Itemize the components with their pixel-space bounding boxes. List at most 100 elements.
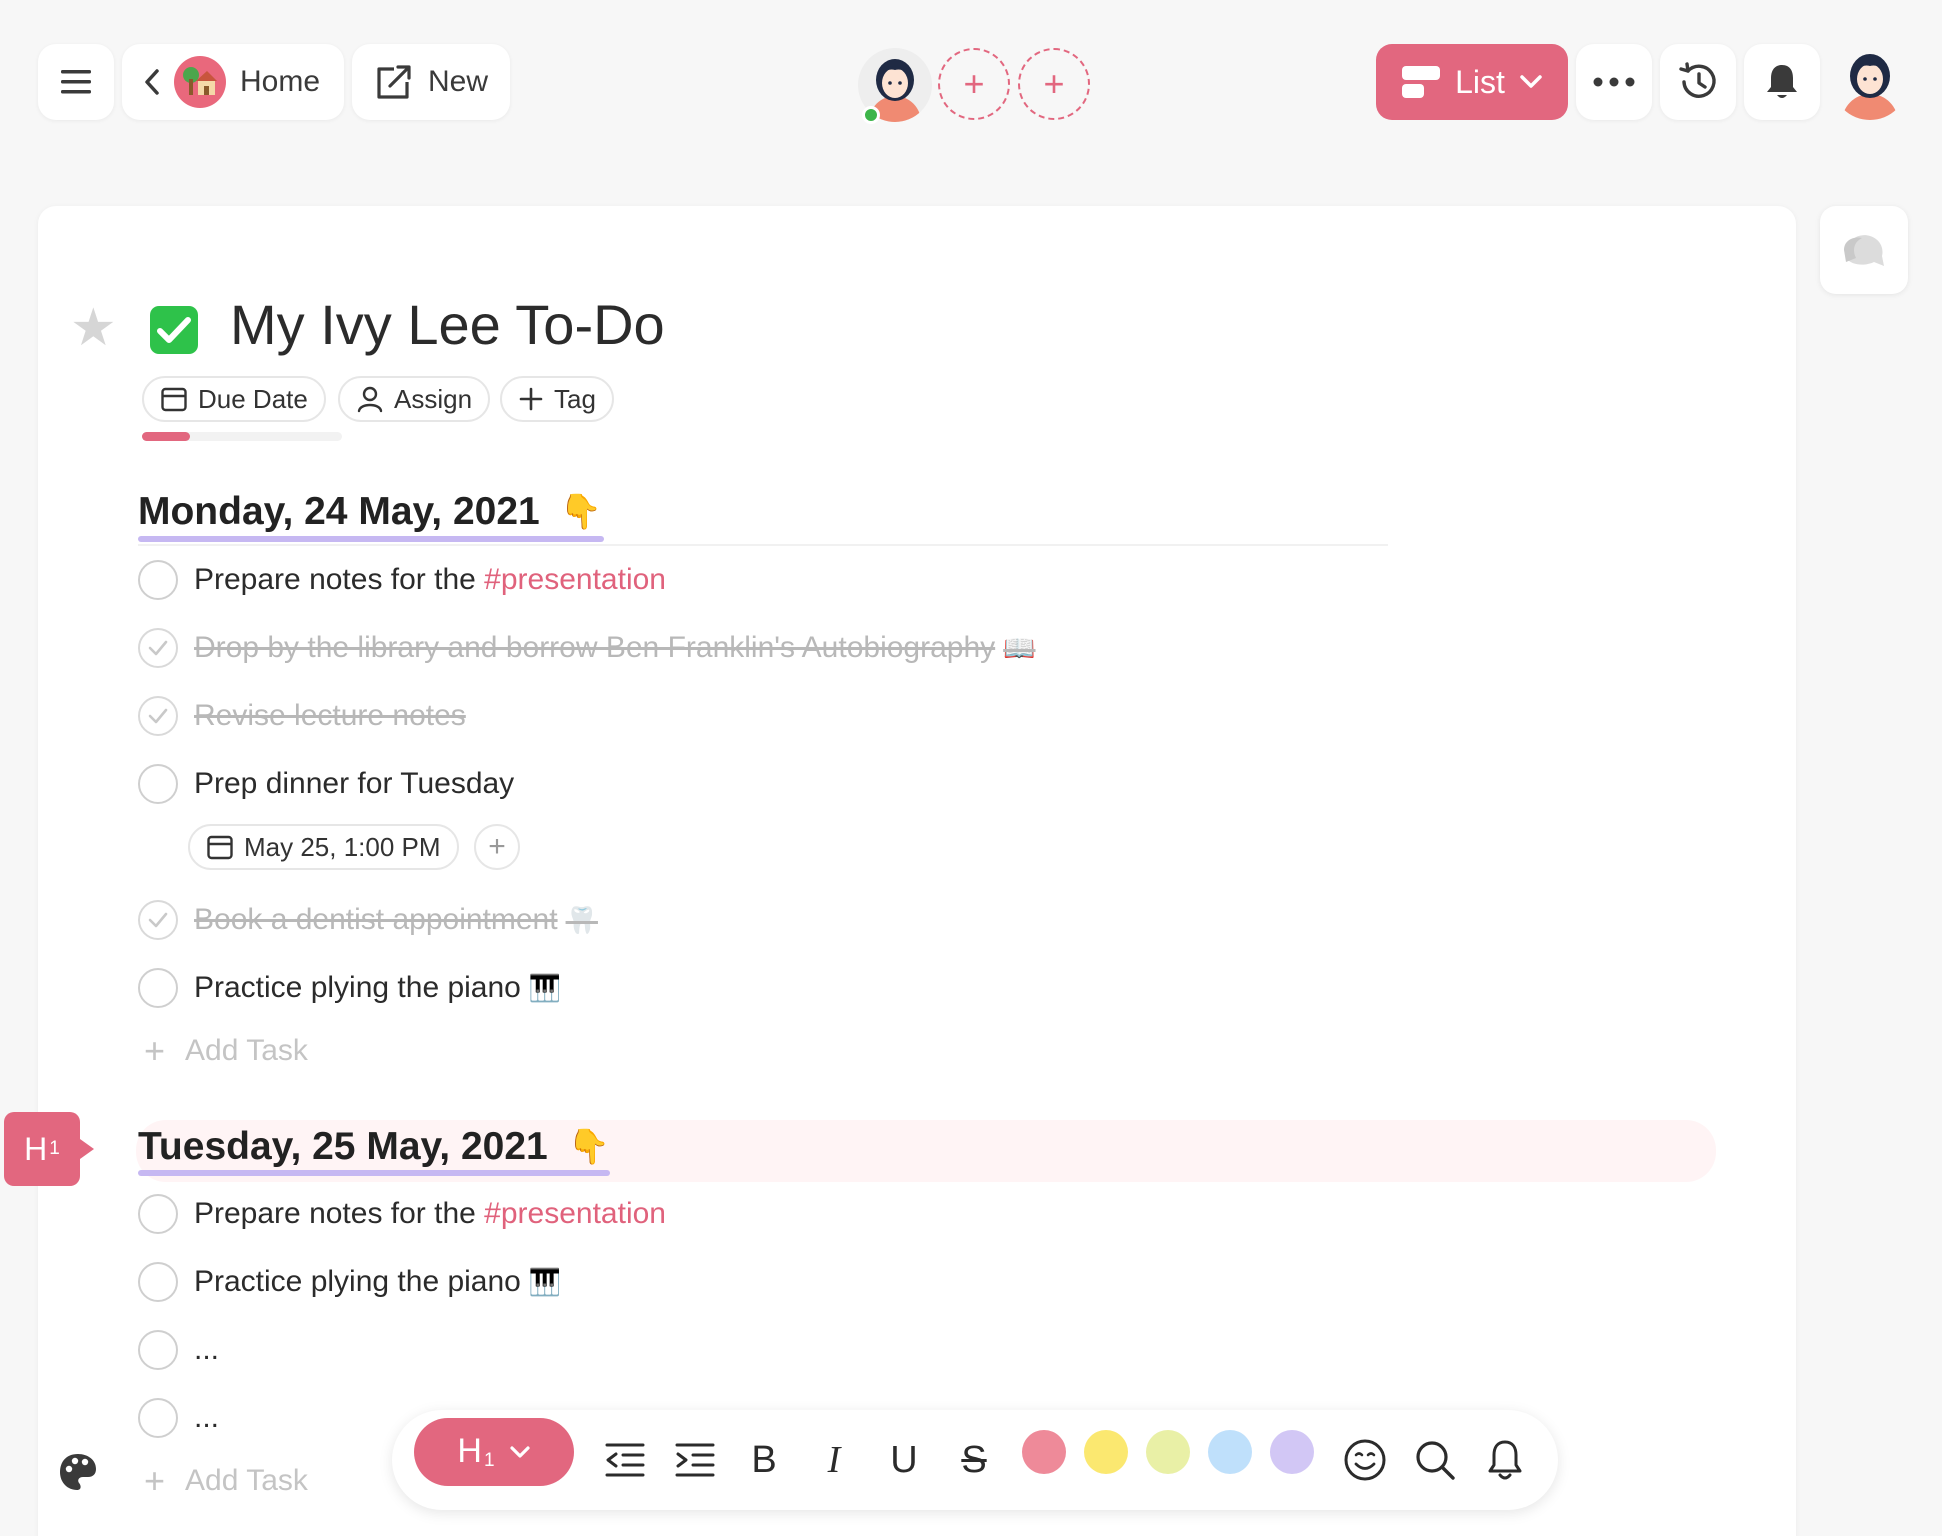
underline-button[interactable]: U (884, 1424, 924, 1496)
task-row-completed[interactable]: Book a dentist appointment 🦷 (138, 896, 598, 944)
day-heading-tuesday[interactable]: Tuesday, 25 May, 2021 👇 (138, 1125, 610, 1169)
task-checkbox[interactable] (138, 1398, 178, 1438)
task-row[interactable]: Prep dinner for Tuesday (138, 760, 514, 808)
more-options-button[interactable] (1576, 44, 1652, 120)
outdent-icon (605, 1443, 645, 1477)
book-emoji: 📖 (1003, 633, 1036, 663)
task-text: Drop by the library and borrow Ben Frank… (194, 631, 1036, 664)
due-date-chip[interactable]: Due Date (142, 376, 326, 422)
task-text: Prepare notes for the #presentation (194, 1197, 666, 1230)
add-collaborator-button-2[interactable]: + (1018, 48, 1090, 120)
checkmark-icon (148, 640, 168, 656)
task-row-completed[interactable]: Revise lecture notes (138, 692, 466, 740)
task-text: Prepare notes for the #presentation (194, 563, 666, 596)
highlight-color-yellow[interactable] (1084, 1430, 1128, 1474)
task-row[interactable]: Prepare notes for the #presentation (138, 556, 666, 604)
piano-emoji: 🎹 (528, 1267, 562, 1297)
palette-icon[interactable] (58, 1452, 98, 1492)
day-heading-monday[interactable]: Monday, 24 May, 2021 👇 (138, 490, 602, 534)
hashtag-link[interactable]: #presentation (484, 563, 666, 596)
history-button[interactable] (1660, 44, 1736, 120)
new-page-button[interactable]: New (352, 44, 510, 120)
task-checkbox[interactable] (138, 560, 178, 600)
calendar-icon (161, 387, 187, 412)
bell-icon (1767, 65, 1797, 98)
assign-chip[interactable]: Assign (338, 376, 491, 422)
task-add-property-button[interactable]: + (474, 824, 520, 870)
more-dots-icon (1593, 77, 1635, 87)
task-checkbox-checked[interactable] (138, 696, 178, 736)
task-due-date-chip[interactable]: May 25, 1:00 PM (188, 824, 459, 870)
check-mark-emoji-icon[interactable] (150, 306, 198, 354)
task-text: ... (194, 1401, 220, 1434)
add-task-button[interactable]: + Add Task (144, 1030, 308, 1072)
notifications-button[interactable] (1744, 44, 1820, 120)
indent-button[interactable] (670, 1424, 720, 1496)
new-label: New (427, 65, 488, 98)
heading-level-marker[interactable]: H1 (4, 1112, 94, 1186)
plus-icon: + (144, 1460, 166, 1501)
task-checkbox-checked[interactable] (138, 900, 178, 940)
highlight-color-lime[interactable] (1146, 1430, 1190, 1474)
task-checkbox[interactable] (138, 764, 178, 804)
task-text: Prep dinner for Tuesday (194, 767, 515, 800)
task-checkbox[interactable] (138, 1194, 178, 1234)
task-checkbox[interactable] (138, 968, 178, 1008)
bell-outline-icon (1488, 1440, 1522, 1480)
add-task-button[interactable]: + Add Task (144, 1460, 308, 1502)
task-text: ... (194, 1333, 220, 1366)
hamburger-icon (61, 70, 91, 94)
heading-underline (138, 1170, 610, 1176)
task-checkbox-checked[interactable] (138, 628, 178, 668)
outdent-button[interactable] (600, 1424, 650, 1496)
tooth-emoji: 🦷 (565, 905, 598, 935)
reminder-button[interactable] (1480, 1424, 1530, 1496)
due-date-label: Due Date (198, 383, 308, 414)
task-row[interactable]: Prepare notes for the #presentation (138, 1190, 666, 1238)
home-breadcrumb-button[interactable]: Home (122, 44, 344, 120)
chevron-left-icon (145, 69, 159, 95)
hashtag-link[interactable]: #presentation (484, 1197, 666, 1230)
checkmark-icon (148, 912, 168, 928)
heading-marker-h: H (24, 1130, 48, 1167)
add-collaborator-button[interactable]: + (938, 48, 1010, 120)
task-checkbox[interactable] (138, 1330, 178, 1370)
task-due-date: May 25, 1:00 PM (244, 831, 441, 862)
task-text: Revise lecture notes (194, 699, 466, 732)
checkmark-icon (148, 708, 168, 724)
list-view-icon (1402, 66, 1441, 98)
menu-button[interactable] (38, 44, 114, 120)
task-row-completed[interactable]: Drop by the library and borrow Ben Frank… (138, 624, 1036, 672)
chevron-down-icon (509, 1446, 530, 1458)
page-title[interactable]: My Ivy Lee To-Do (230, 292, 665, 357)
new-page-icon (377, 65, 411, 99)
highlight-color-purple[interactable] (1270, 1430, 1314, 1474)
bold-button[interactable]: B (744, 1424, 784, 1496)
heading-style-dropdown[interactable]: H1 (414, 1418, 574, 1486)
heading-rule (138, 544, 1388, 546)
highlight-color-blue[interactable] (1208, 1430, 1252, 1474)
comments-panel-button[interactable] (1820, 206, 1908, 294)
strikethrough-button[interactable]: S (954, 1424, 994, 1496)
emoji-button[interactable] (1340, 1424, 1390, 1496)
task-row[interactable]: ... (138, 1394, 219, 1442)
task-row[interactable]: Practice plying the piano 🎹 (138, 964, 561, 1012)
plus-icon (519, 387, 543, 411)
italic-button[interactable]: I (814, 1424, 854, 1496)
tag-chip[interactable]: Tag (500, 376, 614, 422)
home-label: Home (240, 65, 321, 98)
heading-style-level: 1 (483, 1450, 495, 1471)
heading-underline (138, 536, 604, 542)
task-row[interactable]: Practice plying the piano 🎹 (138, 1258, 561, 1306)
favorite-star-icon[interactable]: ★ (70, 298, 117, 358)
day-heading-text: Monday, 24 May, 2021 (138, 490, 540, 533)
plus-icon: + (144, 1030, 166, 1071)
piano-emoji: 🎹 (528, 973, 562, 1003)
task-checkbox[interactable] (138, 1262, 178, 1302)
user-avatar[interactable] (1832, 44, 1908, 120)
highlight-color-pink[interactable] (1022, 1430, 1066, 1474)
task-row[interactable]: ... (138, 1326, 219, 1374)
view-switch-button[interactable]: List (1376, 44, 1568, 120)
search-button[interactable] (1410, 1424, 1460, 1496)
home-icon (174, 56, 226, 108)
